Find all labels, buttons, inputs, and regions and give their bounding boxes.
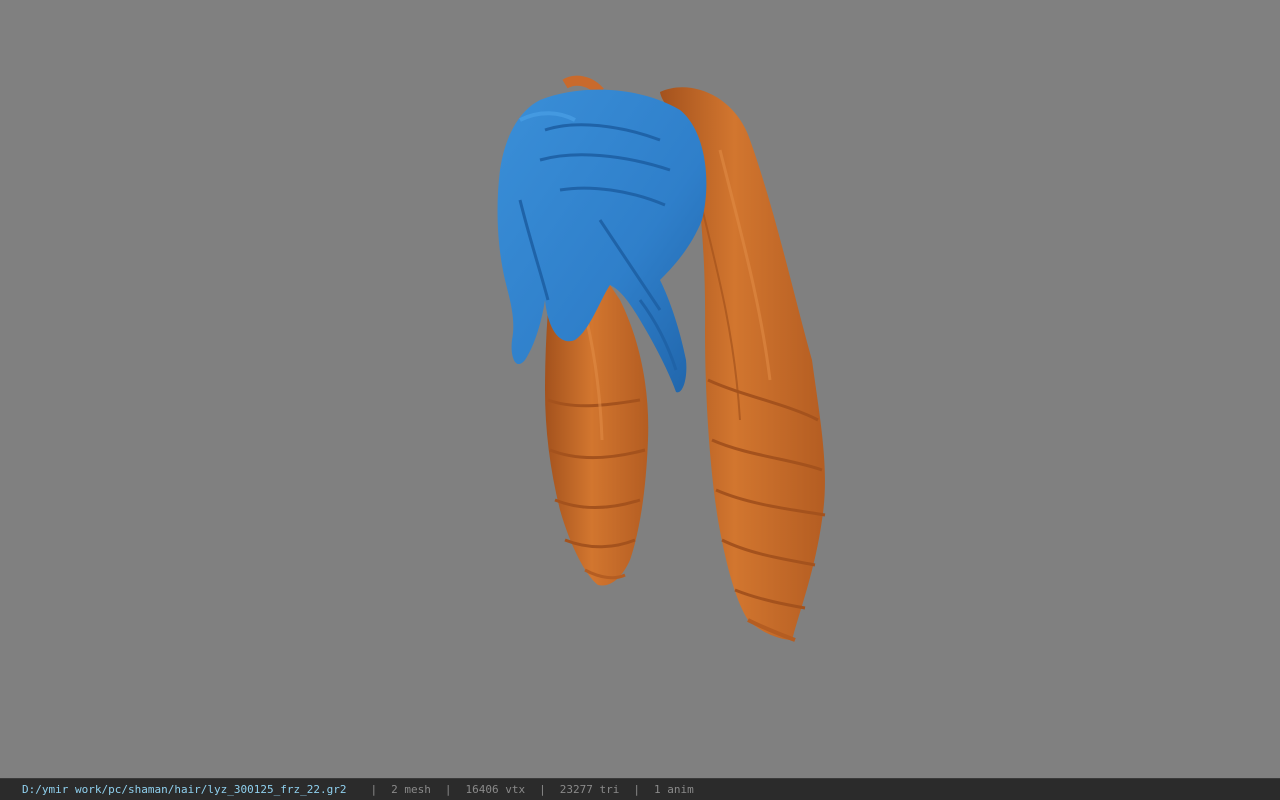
mesh-count: 2 mesh (391, 783, 431, 796)
anim-count: 1 anim (653, 783, 694, 796)
vertex-count: 16406 vtx (465, 783, 526, 796)
3d-viewport[interactable] (0, 0, 1280, 778)
separator: | (444, 783, 452, 796)
status-bar: D:/ymir work/pc/shaman/hair/lyz_300125_f… (0, 778, 1280, 800)
separator: | (370, 783, 378, 796)
file-path: D:/ymir work/pc/shaman/hair/lyz_300125_f… (22, 783, 347, 796)
triangle-count: 23277 tri (559, 783, 620, 796)
hair-model (497, 75, 826, 642)
separator: | (633, 783, 640, 796)
separator: | (539, 783, 546, 796)
